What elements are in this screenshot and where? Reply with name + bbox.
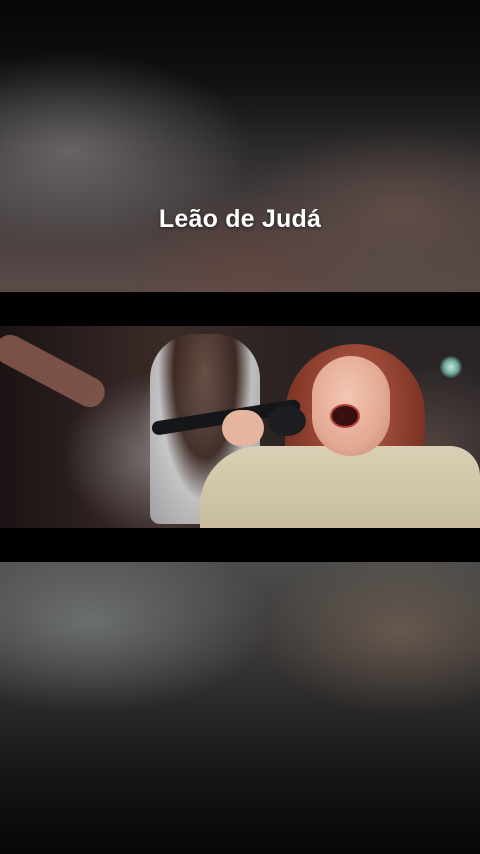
raised-arm — [0, 329, 111, 413]
blurred-backdrop-bottom — [0, 562, 480, 854]
stage-light — [440, 356, 462, 378]
singer-body — [200, 446, 480, 528]
letterbox-bar-bottom — [0, 528, 480, 562]
song-title-overlay: Leão de Judá — [158, 205, 322, 233]
singer-mouth — [330, 404, 360, 428]
blurred-backdrop-top — [0, 0, 480, 292]
microphone-head — [268, 406, 306, 436]
video-frame[interactable] — [0, 326, 480, 528]
letterbox-bar-top — [0, 292, 480, 326]
video-screen[interactable]: Leão de Judá — [0, 0, 480, 854]
singer-hand — [222, 410, 264, 446]
